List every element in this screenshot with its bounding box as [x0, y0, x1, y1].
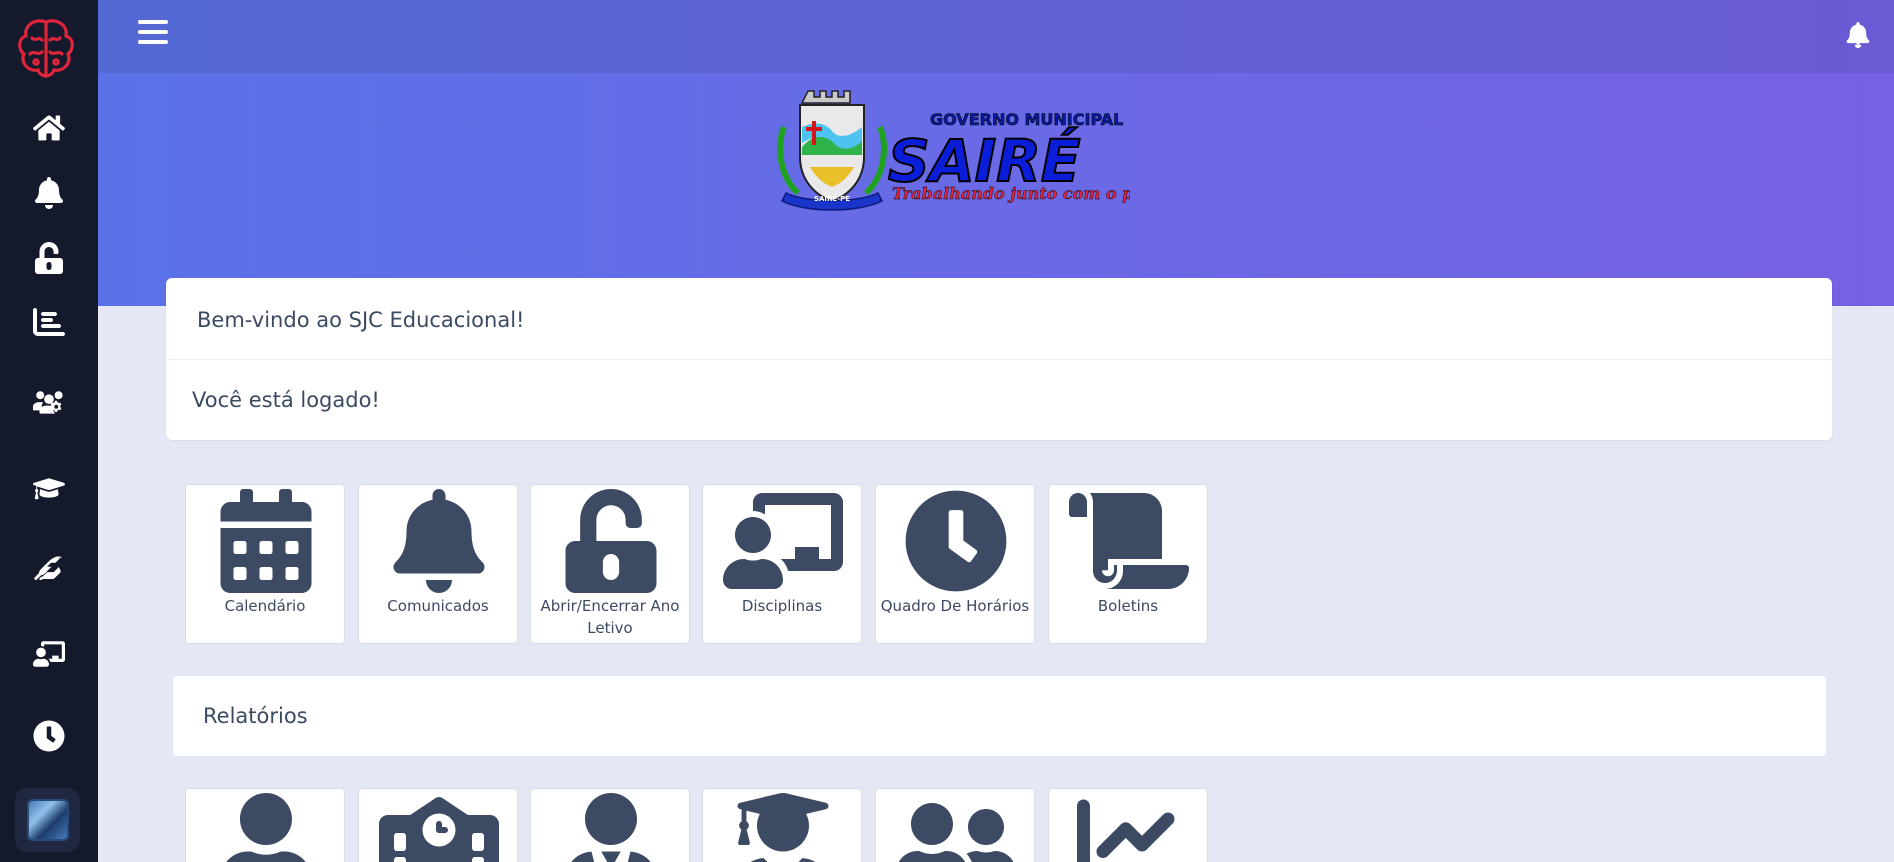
avatar-image [26, 799, 69, 841]
tile-calendario[interactable]: Calendário [185, 484, 345, 644]
sidebar [0, 0, 98, 862]
saire-logo: SAIRÉ-PE GOVERNO MUNICIPAL SAIRÉ Trabalh… [777, 90, 1130, 211]
report-tile-staff[interactable] [530, 788, 690, 862]
chart-line-icon [1077, 799, 1175, 862]
sidebar-item-home[interactable] [25, 104, 73, 152]
report-tile-groups[interactable] [875, 788, 1035, 862]
bell-icon [1846, 22, 1870, 48]
home-icon [33, 115, 65, 141]
sidebar-item-schedule[interactable] [25, 712, 73, 760]
scroll-icon [1069, 493, 1189, 589]
report-tile-performance[interactable] [1048, 788, 1208, 862]
report-tile-students[interactable] [185, 788, 345, 862]
user-avatar[interactable] [15, 788, 80, 852]
feather-icon [34, 556, 63, 580]
tile-label: Disciplinas [741, 597, 823, 615]
sidebar-item-disciplines[interactable] [25, 630, 73, 678]
users-cog-icon [33, 391, 63, 414]
tile-quadro-de-horarios[interactable]: Quadro De Horários [875, 484, 1035, 644]
tile-abrir-encerrar-ano-letivo[interactable]: Abrir/Encerrar Ano Letivo [530, 484, 690, 644]
top-navbar [98, 0, 1894, 73]
sidebar-item-notifications[interactable] [25, 169, 73, 217]
hamburger-icon[interactable] [138, 20, 172, 50]
brand-slogan: Trabalhando junto com o povo [892, 184, 1130, 203]
graduation-cap-icon [33, 478, 65, 500]
sidebar-item-feather[interactable] [25, 547, 73, 595]
report-tile-schools[interactable] [358, 788, 518, 862]
calendar-icon [220, 489, 312, 593]
bar-chart-icon [33, 308, 65, 336]
tile-comunicados[interactable]: Comunicados [358, 484, 518, 644]
tile-boletins[interactable]: Boletins [1048, 484, 1208, 644]
reports-title: Relatórios [203, 704, 308, 728]
crest-label: SAIRÉ-PE [814, 194, 850, 203]
sidebar-item-users[interactable] [25, 380, 73, 428]
user-friends-icon [898, 803, 1014, 862]
school-icon [379, 797, 499, 862]
sidebar-item-unlock[interactable] [25, 234, 73, 282]
chalkboard-teacher-icon [723, 493, 843, 589]
sidebar-item-courses[interactable] [25, 464, 73, 512]
unlock-icon [565, 489, 657, 593]
tile-disciplinas[interactable]: Disciplinas [702, 484, 862, 644]
clock-icon [33, 720, 65, 752]
brain-logo-icon[interactable] [12, 14, 80, 82]
user-icon [226, 793, 306, 862]
sidebar-item-reports[interactable] [25, 298, 73, 346]
unlock-icon [35, 242, 63, 274]
user-tie-icon [571, 793, 651, 862]
tile-label: Quadro De Horários [880, 597, 1030, 615]
bell-icon [393, 489, 485, 593]
report-tile-graduates[interactable] [702, 788, 862, 862]
welcome-card: Bem-vindo ao SJC Educacional! Você está … [166, 278, 1832, 440]
hero-banner: SAIRÉ-PE GOVERNO MUNICIPAL SAIRÉ Trabalh… [98, 73, 1894, 306]
user-graduate-icon [737, 793, 829, 862]
tile-label: Calendário [224, 597, 306, 615]
notifications-button[interactable] [1846, 22, 1870, 48]
chalkboard-teacher-icon [33, 641, 65, 667]
welcome-title: Bem-vindo ao SJC Educacional! [166, 278, 1832, 360]
tile-label: Comunicados [387, 597, 489, 615]
clock-icon [905, 490, 1007, 592]
bell-icon [34, 177, 64, 209]
welcome-message: Você está logado! [192, 388, 380, 412]
tile-label: Abrir/Encerrar Ano Letivo [540, 597, 680, 637]
reports-section: Relatórios [173, 676, 1826, 756]
tile-label: Boletins [1097, 597, 1159, 615]
